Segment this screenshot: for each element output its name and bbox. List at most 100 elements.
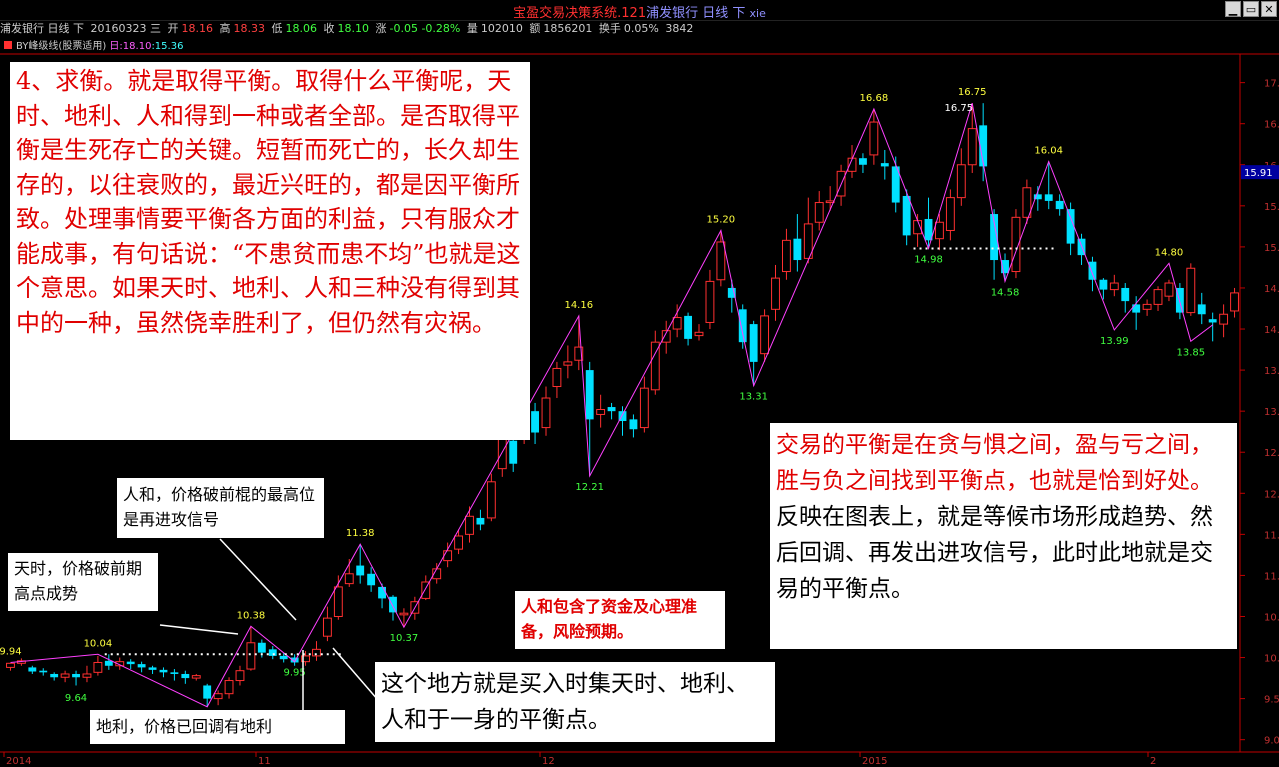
note-balance-red: 交易的平衡是在贪与惧之间，盈与亏之间，胜与负之间找到平衡点，也就是恰到好处。: [776, 432, 1213, 494]
callout-line-renhe: [219, 538, 297, 621]
candle-body: [213, 693, 223, 700]
candle-body: [793, 238, 802, 261]
candle-body: [181, 673, 190, 679]
candle-body: [443, 550, 453, 562]
swing-point-label: 9.64: [65, 693, 87, 704]
candle-body: [684, 315, 693, 339]
swing-point-label: 11.38: [346, 528, 375, 539]
candle-body: [104, 660, 113, 666]
candle-body: [82, 673, 92, 678]
candle-body: [509, 440, 518, 464]
current-price-label: 15.91: [1244, 168, 1273, 179]
candle-body: [1197, 304, 1206, 315]
note-tianshi-text: 天时，价格破前期高点成势: [14, 559, 143, 603]
y-tick-label: 16.50: [1264, 120, 1279, 131]
candle-body: [28, 667, 37, 672]
candle-body: [126, 661, 135, 665]
candle-body: [39, 670, 48, 673]
y-tick-label: 12.00: [1264, 489, 1279, 500]
candle-body: [1132, 304, 1141, 313]
candle-body: [1219, 313, 1229, 325]
candle-body: [1142, 303, 1152, 310]
candle-body: [356, 565, 365, 576]
candle-body: [389, 596, 397, 613]
candle-body: [716, 241, 726, 281]
note-renhe: 人和，价格破前棍的最高位是再进攻信号: [117, 478, 324, 538]
candle-body: [486, 481, 496, 519]
swing-point-label: 10.04: [84, 638, 113, 649]
candle-body: [672, 317, 682, 330]
candle-body: [629, 419, 638, 430]
candle-body: [1186, 267, 1196, 314]
candle-body: [738, 309, 747, 343]
note-renhe-text: 人和，价格破前棍的最高位是再进攻信号: [123, 485, 316, 529]
swing-point-label: 10.38: [237, 610, 266, 621]
candle-body: [60, 673, 70, 678]
candle-body: [1088, 261, 1097, 280]
y-tick-label: 13.00: [1264, 407, 1279, 418]
candle-body: [191, 675, 201, 679]
candle-body: [1066, 209, 1075, 244]
candle-body: [902, 195, 911, 236]
candle-body: [246, 642, 256, 670]
candle-body: [552, 367, 562, 388]
candle-body: [607, 407, 616, 412]
swing-point-label: 16.75: [945, 103, 974, 114]
y-tick-label: 15.50: [1264, 202, 1279, 213]
candle-body: [378, 586, 386, 599]
candle-body: [945, 197, 955, 231]
y-tick-label: 11.50: [1264, 530, 1279, 541]
note-renhe2-text: 人和包含了资金及心理准备，风险预期。: [521, 597, 698, 641]
swing-point-label: 13.99: [1100, 336, 1129, 347]
swing-point-label: 16.04: [1034, 145, 1063, 156]
callout-line-buy: [332, 647, 379, 701]
candle-body: [203, 685, 212, 699]
y-tick-label: 9.50: [1264, 695, 1279, 706]
callout-line-tianshi: [159, 624, 239, 635]
candle-body: [1055, 200, 1064, 210]
note-renhe2: 人和包含了资金及心理准备，风险预期。: [515, 591, 725, 649]
note-balance: 交易的平衡是在贪与惧之间，盈与亏之间，胜与负之间找到平衡点，也就是恰到好处。反映…: [770, 423, 1237, 649]
candle-body: [465, 515, 474, 535]
y-tick-label: 13.50: [1264, 366, 1279, 377]
candle-body: [541, 397, 551, 429]
note-buy-text: 这个地方就是买入时集天时、地利、人和于一身的平衡点。: [381, 671, 749, 733]
swing-point-label: 13.85: [1176, 347, 1205, 358]
candle-body: [694, 331, 704, 337]
y-tick-label: 10.00: [1264, 654, 1279, 665]
y-tick-label: 15.00: [1264, 243, 1279, 254]
candle-body: [50, 673, 59, 678]
candle-body: [1099, 279, 1108, 290]
candle-body: [257, 642, 266, 653]
candle-body: [760, 315, 770, 355]
candle-body: [956, 164, 966, 199]
swing-point-label: 14.16: [564, 300, 593, 311]
candle-body: [531, 411, 540, 433]
note-main: 4、求衡。就是取得平衡。取得什么平衡呢，天时、地利、人和得到一种或者全部。是否取…: [10, 62, 530, 440]
candle-body: [235, 670, 245, 682]
candle-body: [771, 277, 780, 310]
candle-body: [639, 387, 649, 429]
y-tick-label: 14.50: [1264, 284, 1279, 295]
candle-body: [705, 280, 715, 323]
note-balance-black: 反映在图表上，就是等候市场形成趋势、然后回调、再发出进攻信号，此时此地就是交易的…: [776, 504, 1213, 602]
swing-point-label: 13.31: [739, 392, 768, 403]
candle-body: [279, 655, 288, 660]
candle-body: [869, 121, 879, 156]
candle-body: [454, 535, 463, 550]
candle-body: [596, 409, 606, 415]
candle-body: [159, 669, 168, 673]
candle-body: [967, 128, 977, 166]
candle-body: [1153, 289, 1163, 305]
y-tick-label: 10.50: [1264, 612, 1279, 623]
y-tick-label: 14.00: [1264, 325, 1279, 336]
swing-point-label: 9.94: [0, 646, 22, 657]
swing-point-label: 16.75: [958, 87, 987, 98]
candle-body: [650, 341, 660, 391]
candle-body: [6, 662, 15, 668]
candle-body: [1164, 282, 1174, 297]
candle-body: [749, 324, 758, 362]
y-tick-label: 11.00: [1264, 571, 1279, 582]
candle-body: [344, 573, 354, 585]
note-main-text: 4、求衡。就是取得平衡。取得什么平衡呢，天时、地利、人和得到一种或者全部。是否取…: [16, 67, 521, 337]
